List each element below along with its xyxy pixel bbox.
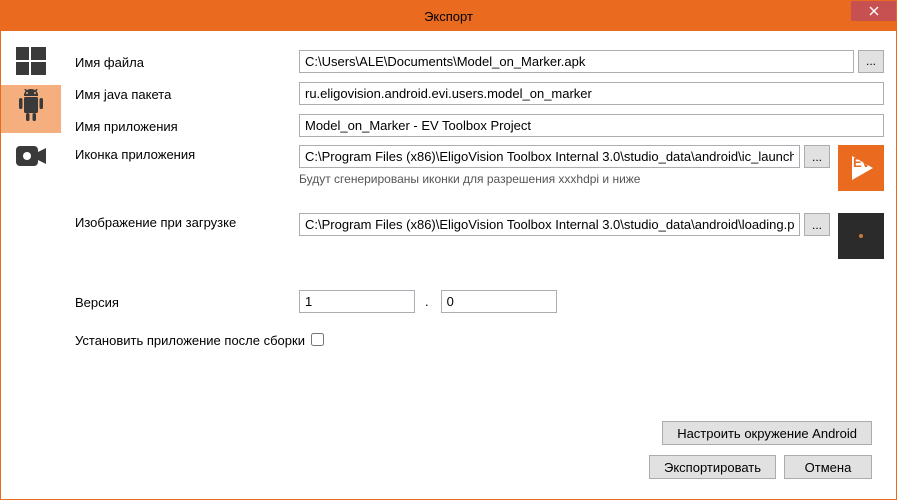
export-button[interactable]: Экспортировать [649,455,776,479]
sidebar [1,31,61,499]
configure-android-button[interactable]: Настроить окружение Android [662,421,872,445]
camera-icon [13,142,49,172]
svg-text:EV: EV [853,155,871,170]
install-label: Установить приложение после сборки [75,331,309,348]
version-dot: . [419,294,437,309]
loading-dot-icon [859,234,863,238]
javapkg-input[interactable] [299,82,884,105]
sidebar-item-windows[interactable] [1,37,61,85]
window-title: Экспорт [1,9,896,24]
version-minor-input[interactable] [441,290,557,313]
windows-icon [14,44,48,78]
version-label: Версия [75,293,299,310]
splash-browse-button[interactable]: ... [804,213,830,236]
splash-label: Изображение при загрузке [75,213,299,230]
row-splash: Изображение при загрузке ... [75,213,884,259]
titlebar: Экспорт [1,1,896,31]
android-icon [14,89,48,129]
splash-input[interactable] [299,213,800,236]
row-appname: Имя приложения [75,113,884,137]
splash-preview [838,213,884,259]
export-window: Экспорт [0,0,897,500]
row-javapkg: Имя java пакета [75,81,884,105]
filename-input[interactable] [299,50,854,73]
icon-browse-button[interactable]: ... [804,145,830,168]
sidebar-item-android[interactable] [1,85,61,133]
body: Имя файла ... Имя java пакета Имя прилож… [1,31,896,499]
footer: Настроить окружение Android Экспортирова… [75,421,884,491]
row-filename: Имя файла ... [75,49,884,73]
icon-input[interactable] [299,145,800,168]
filename-browse-button[interactable]: ... [858,50,884,73]
close-icon [869,6,879,16]
appname-label: Имя приложения [75,117,299,134]
row-icon: Иконка приложения ... Будут сгенерирован… [75,145,884,191]
content: Имя файла ... Имя java пакета Имя прилож… [61,31,896,499]
ev-play-icon: EV [841,148,881,188]
icon-preview: EV [838,145,884,191]
filename-label: Имя файла [75,53,299,70]
sidebar-item-camera[interactable] [1,133,61,181]
row-install: Установить приложение после сборки [75,327,884,351]
cancel-button[interactable]: Отмена [784,455,872,479]
icon-hint: Будут сгенерированы иконки для разрешени… [299,172,830,186]
appname-input[interactable] [299,114,884,137]
icon-label: Иконка приложения [75,145,299,162]
javapkg-label: Имя java пакета [75,85,299,102]
close-button[interactable] [851,1,896,21]
version-major-input[interactable] [299,290,415,313]
row-version: Версия . [75,289,884,313]
install-checkbox[interactable] [311,333,324,346]
